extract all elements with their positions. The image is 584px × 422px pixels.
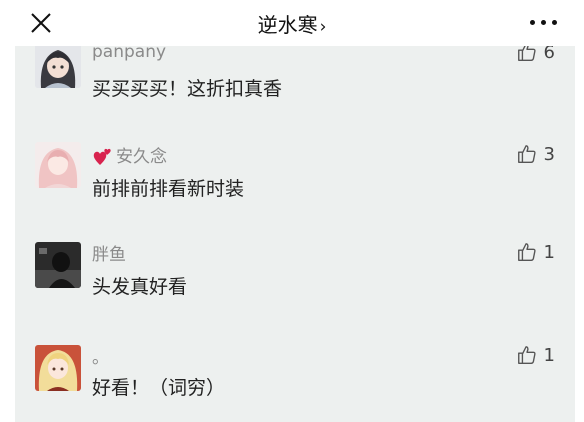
like-count: 1 [543, 344, 555, 366]
like-button[interactable]: 3 [516, 142, 555, 166]
comment-text: 头发真好看 [92, 276, 188, 298]
comment-list: panpany 买买买买！这折扣真香 6 安久念 前排前排看新时装 3 胖鱼 头… [15, 46, 575, 422]
avatar[interactable] [35, 242, 81, 288]
page-title: 逆水寒 [257, 13, 318, 37]
comment-nickname: 安久念 [92, 142, 167, 167]
comment-item: 。 好看！（词穷） 1 [15, 341, 575, 421]
like-button[interactable]: 6 [516, 46, 555, 64]
avatar[interactable] [35, 345, 81, 391]
more-options-icon[interactable] [524, 8, 564, 36]
avatar[interactable] [35, 46, 81, 88]
like-count: 3 [543, 143, 555, 165]
top-bar: 逆水寒 › [0, 0, 584, 46]
thumbs-up-icon [517, 46, 536, 61]
comment-item: 安久念 前排前排看新时装 3 [15, 138, 575, 218]
comment-text: 买买买买！这折扣真香 [92, 78, 283, 100]
like-button[interactable]: 1 [516, 240, 555, 264]
thumbs-up-icon [517, 145, 536, 163]
like-count: 1 [543, 241, 555, 263]
red-hearts-icon [93, 148, 111, 165]
comment-nickname: 。 [92, 348, 109, 368]
thumbs-up-icon [517, 346, 536, 364]
like-button[interactable]: 1 [516, 343, 555, 367]
thumbs-up-icon [517, 243, 536, 261]
comment-item: panpany 买买买买！这折扣真香 6 [15, 46, 575, 116]
comment-text: 前排前排看新时装 [92, 178, 245, 200]
page-title-link[interactable]: 逆水寒 › [0, 9, 584, 38]
chevron-right-icon: › [319, 17, 327, 37]
comment-item: 胖鱼 头发真好看 1 [15, 236, 575, 316]
comment-text: 好看！（词穷） [92, 377, 226, 399]
avatar[interactable] [35, 142, 81, 188]
comment-nickname: 胖鱼 [92, 245, 126, 265]
like-count: 6 [543, 46, 555, 63]
comment-nickname: panpany [92, 46, 167, 62]
